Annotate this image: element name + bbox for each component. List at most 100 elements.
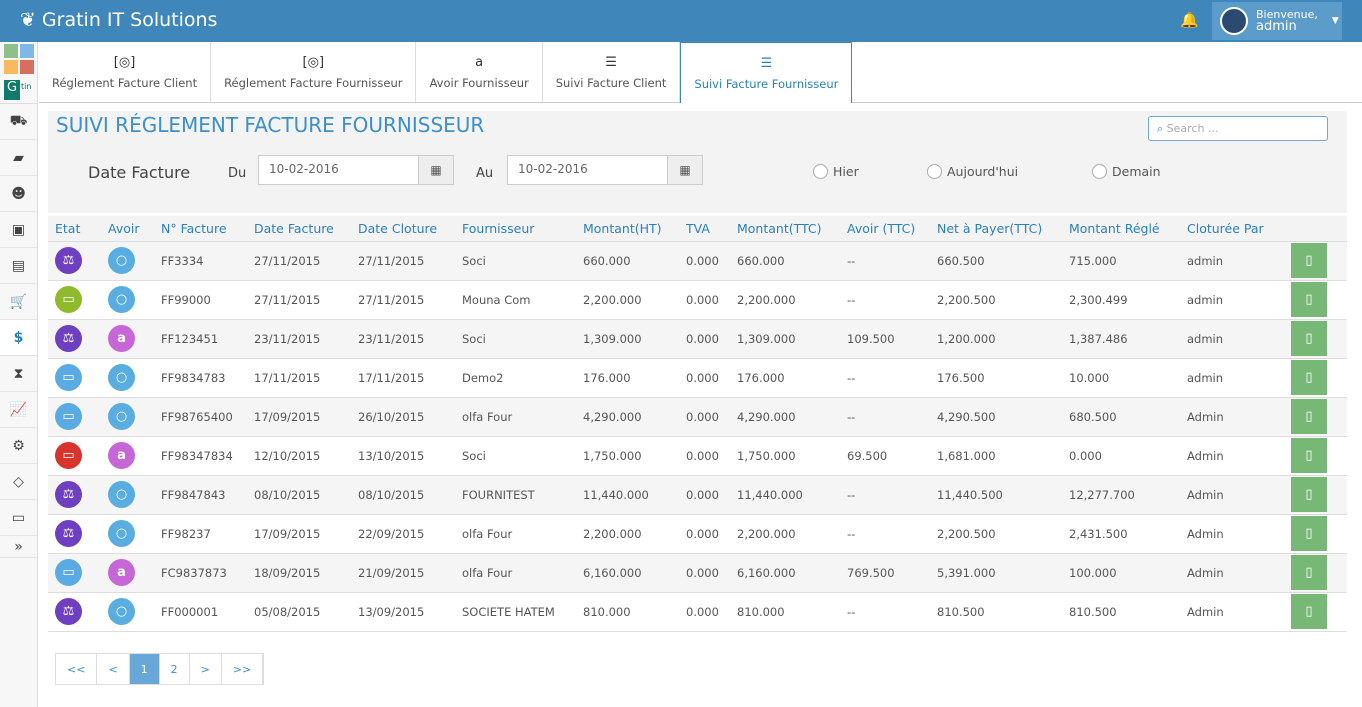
column-header[interactable]: Fournisseur (455, 216, 576, 242)
column-header-actions (1284, 216, 1347, 242)
circle-icon[interactable]: ○ (108, 247, 135, 274)
cell: 660.000 (576, 241, 679, 281)
cell: 176.000 (576, 358, 679, 398)
money-icon[interactable]: ▭ (0, 500, 37, 536)
page-link[interactable]: 2 (160, 654, 190, 684)
calendar-icon[interactable]: ▦ (667, 156, 702, 184)
bell-icon[interactable]: 🔔 (1180, 11, 1199, 29)
cell: 6,160.000 (730, 553, 840, 593)
circle-icon[interactable]: ○ (108, 598, 135, 625)
cell: FF98347834 (154, 436, 247, 476)
cell: 17/11/2015 (247, 358, 351, 398)
cell: 2,200.500 (930, 514, 1062, 554)
date-from-input[interactable]: 10-02-2016 ▦ (258, 155, 454, 185)
tab-0[interactable]: [◎] Réglement Facture Client (39, 42, 212, 102)
document-button[interactable]: ▯ (1291, 555, 1327, 590)
truck-icon[interactable]: ⛟ (0, 104, 37, 140)
cell: 17/09/2015 (247, 397, 351, 437)
cell: 12/10/2015 (247, 436, 351, 476)
cell: 2,200.000 (730, 280, 840, 320)
circle-icon[interactable]: ○ (108, 481, 135, 508)
tab-label: Réglement Facture Fournisseur (224, 75, 403, 90)
search-input[interactable]: ⌕ Search ... (1148, 116, 1328, 141)
cell: 810.500 (930, 592, 1062, 632)
column-header[interactable]: Net à Payer(TTC) (930, 216, 1062, 242)
document-button[interactable]: ▯ (1291, 360, 1327, 395)
column-header[interactable]: Avoir (TTC) (840, 216, 930, 242)
radio-demain[interactable]: Demain (1092, 164, 1161, 179)
column-header[interactable]: Avoir (101, 216, 154, 242)
circle-icon[interactable]: ○ (108, 364, 135, 391)
cell: -- (840, 241, 930, 281)
cell: 22/09/2015 (351, 514, 455, 554)
document-button[interactable]: ▯ (1291, 594, 1327, 629)
column-header[interactable]: Cloturée Par (1180, 216, 1284, 242)
date-to-input[interactable]: 10-02-2016 ▦ (507, 155, 703, 185)
cell: 1,387.486 (1062, 319, 1180, 359)
calendar-icon[interactable]: ▦ (418, 156, 453, 184)
briefcase-icon[interactable]: ▣ (0, 212, 37, 248)
tab-4[interactable]: ☰ Suivi Facture Fournisseur (680, 42, 853, 103)
users-icon[interactable]: ☻ (0, 176, 37, 212)
document-button[interactable]: ▯ (1291, 516, 1327, 551)
column-header[interactable]: N° Facture (154, 216, 247, 242)
brand[interactable]: ❦ Gratin IT Solutions (20, 9, 217, 31)
expand-icon[interactable]: » (0, 536, 37, 558)
document-button[interactable]: ▯ (1291, 243, 1327, 278)
column-header[interactable]: Date Cloture (351, 216, 455, 242)
cell: Admin (1180, 475, 1284, 515)
file-icon: ▯ (1305, 370, 1313, 385)
file-icon: ▯ (1305, 565, 1313, 580)
radio-hier[interactable]: Hier (813, 164, 859, 179)
circle-icon[interactable]: ○ (108, 403, 135, 430)
gears-icon[interactable]: ⚙ (0, 428, 37, 464)
cart-icon[interactable]: 🛒 (0, 284, 37, 320)
cell: 17/09/2015 (247, 514, 351, 554)
document-button[interactable]: ▯ (1291, 477, 1327, 512)
radio-aujourdhui[interactable]: Aujourd'hui (927, 164, 1018, 179)
page-link[interactable]: << (56, 654, 98, 684)
page-link[interactable]: >> (222, 654, 264, 684)
top-bar: ❦ Gratin IT Solutions 🔔 Bienvenue, admin ▼ (0, 0, 1362, 42)
chart-icon[interactable]: 📈 (0, 392, 37, 428)
column-header[interactable]: Montant Réglé (1062, 216, 1180, 242)
column-header[interactable]: Etat (48, 216, 101, 242)
battery-full-icon: ▭ (55, 286, 82, 313)
user-menu[interactable]: Bienvenue, admin ▼ (1212, 2, 1342, 40)
circle-icon[interactable]: ○ (108, 286, 135, 313)
date-from-value[interactable]: 10-02-2016 (259, 156, 418, 184)
tab-3[interactable]: ☰ Suivi Facture Client (543, 42, 681, 102)
tab-bar: [◎] Réglement Facture Client [◎] Réglement … (39, 42, 1362, 103)
table-row: ⚖ ○ FF3334 27/11/2015 27/11/2015 Soci 660.000 0… (48, 241, 1347, 281)
page-link[interactable]: > (190, 654, 222, 684)
suitcase-icon[interactable]: ▤ (0, 248, 37, 284)
tab-label: Suivi Facture Fournisseur (694, 76, 839, 91)
document-button[interactable]: ▯ (1291, 321, 1327, 356)
tab-2[interactable]: a Avoir Fournisseur (416, 42, 543, 102)
document-button[interactable]: ▯ (1291, 399, 1327, 434)
date-to-value[interactable]: 10-02-2016 (508, 156, 667, 184)
column-header[interactable]: Montant(HT) (576, 216, 679, 242)
diamond-icon[interactable]: ◇ (0, 464, 37, 500)
document-button[interactable]: ▯ (1291, 282, 1327, 317)
page-link[interactable]: 1 (129, 654, 160, 684)
cell: -- (840, 397, 930, 437)
tab-1[interactable]: [◎] Réglement Facture Fournisseur (211, 42, 417, 102)
cell: 1,309.000 (730, 319, 840, 359)
column-header[interactable]: TVA (679, 216, 730, 242)
hourglass-icon[interactable]: ⧗ (0, 356, 37, 392)
cell: 0.000 (679, 280, 730, 320)
cell: 23/11/2015 (247, 319, 351, 359)
amazon-icon[interactable]: a (108, 559, 135, 586)
cell: FF9847843 (154, 475, 247, 515)
book-icon[interactable]: ▰ (0, 140, 37, 176)
dollar-icon[interactable]: $ (0, 320, 37, 356)
cell: -- (840, 475, 930, 515)
column-header[interactable]: Montant(TTC) (730, 216, 840, 242)
amazon-icon[interactable]: a (108, 325, 135, 352)
circle-icon[interactable]: ○ (108, 520, 135, 547)
amazon-icon[interactable]: a (108, 442, 135, 469)
page-link[interactable]: < (97, 654, 130, 684)
document-button[interactable]: ▯ (1291, 438, 1327, 473)
column-header[interactable]: Date Facture (247, 216, 351, 242)
